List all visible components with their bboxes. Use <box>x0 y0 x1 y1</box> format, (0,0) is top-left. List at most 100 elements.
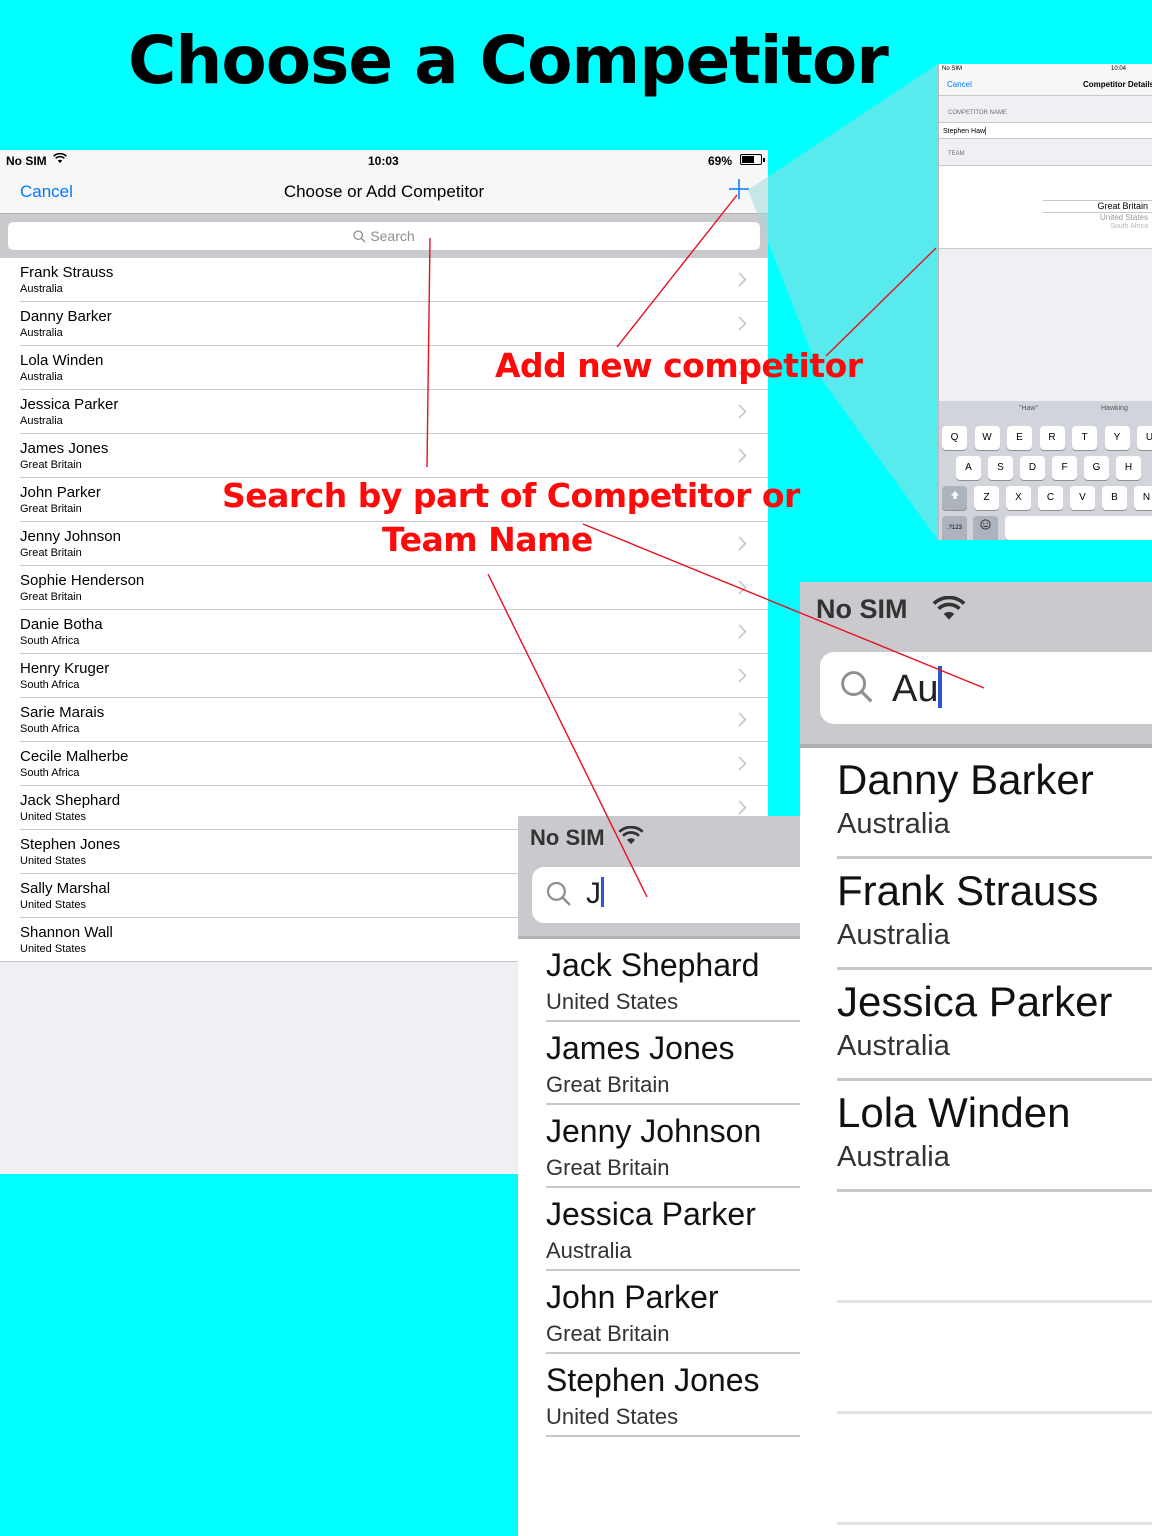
competitor-row[interactable]: Danny Barker Australia <box>20 302 768 346</box>
competitor-name-value: Stephen Haw <box>943 128 986 135</box>
keyboard-key[interactable]: B <box>1102 486 1127 510</box>
j-results-list: Jack Shephard United States James Jones Gre… <box>518 939 800 1437</box>
suggestion[interactable]: "Haw" <box>1019 405 1038 412</box>
emoji-icon <box>980 519 991 530</box>
competitor-name: Stephen Jones <box>20 836 121 853</box>
keyboard-suggestions: "Haw" Hawking <box>939 401 1152 418</box>
team-picker[interactable]: Great Britain United States South Africa <box>939 165 1152 249</box>
search-result-row[interactable]: Jessica Parker Australia <box>837 970 1152 1081</box>
keyboard-key[interactable]: A <box>956 456 981 480</box>
competitor-row[interactable]: Sophie Henderson Great Britain <box>20 566 768 610</box>
suggestion[interactable]: Hawking <box>1101 405 1128 412</box>
search-icon <box>546 881 572 912</box>
emoji-key[interactable] <box>973 516 998 540</box>
competitor-row[interactable]: Danie Botha South Africa <box>20 610 768 654</box>
picker-option[interactable]: Great Britain <box>1097 201 1148 211</box>
keyboard-key[interactable]: E <box>1007 426 1032 450</box>
competitor-team: United States <box>20 855 87 867</box>
plus-icon[interactable] <box>728 178 750 200</box>
result-name: Stephen Jones <box>546 1362 760 1398</box>
competitor-team: Great Britain <box>20 591 82 603</box>
keyboard-key[interactable]: N <box>1134 486 1152 510</box>
result-team: Australia <box>837 1141 950 1173</box>
keyboard-key[interactable]: G <box>1084 456 1109 480</box>
keyboard-key[interactable]: F <box>1052 456 1077 480</box>
competitor-name: Danny Barker <box>20 308 112 325</box>
result-team: Australia <box>837 808 950 840</box>
j-search-input[interactable]: J <box>532 867 800 923</box>
chevron-right-icon <box>738 800 747 815</box>
chevron-right-icon <box>738 624 747 639</box>
competitor-team: Australia <box>20 327 63 339</box>
details-clock: 10:04 <box>1111 66 1127 72</box>
keyboard-key[interactable]: Z <box>974 486 999 510</box>
competitor-name: Danie Botha <box>20 616 103 633</box>
j-search-bar: J <box>518 857 800 939</box>
competitor-name: Jack Shephard <box>20 792 121 809</box>
team-label: TEAM <box>948 151 965 157</box>
keyboard-key[interactable]: R <box>1039 426 1065 450</box>
competitor-team: South Africa <box>20 723 80 735</box>
keyboard-key[interactable]: Q <box>942 426 967 450</box>
competitor-row[interactable]: James Jones Great Britain <box>20 434 768 478</box>
search-result-row[interactable]: John Parker Great Britain <box>546 1271 800 1354</box>
search-input[interactable]: Search <box>8 222 760 250</box>
keyboard-key[interactable]: V <box>1070 486 1095 510</box>
details-cancel-button[interactable]: Cancel <box>947 80 972 89</box>
numbers-key[interactable]: .?123 <box>942 516 967 540</box>
competitor-row[interactable]: Frank Strauss Australia <box>20 258 768 302</box>
competitor-row[interactable]: Henry Kruger South Africa <box>20 654 768 698</box>
search-result-row[interactable]: Danny Barker Australia <box>837 748 1152 859</box>
chevron-right-icon <box>738 668 747 683</box>
search-result-row[interactable]: Lola Winden Australia <box>837 1081 1152 1192</box>
empty-row <box>837 1192 1152 1303</box>
competitor-name: Sophie Henderson <box>20 572 145 589</box>
result-team: United States <box>546 1404 679 1429</box>
keyboard-key[interactable]: U <box>1137 426 1152 450</box>
search-result-row[interactable]: Jessica Parker Australia <box>546 1188 800 1271</box>
search-result-row[interactable]: Jack Shephard United States <box>546 939 800 1022</box>
space-key[interactable] <box>1005 516 1152 540</box>
picker-option[interactable]: South Africa <box>1110 223 1148 230</box>
search-result-row[interactable]: Stephen Jones United States <box>546 1354 800 1437</box>
competitor-team: Great Britain <box>20 459 82 471</box>
keyboard-key[interactable]: S <box>988 456 1013 480</box>
search-result-row[interactable]: James Jones Great Britain <box>546 1022 800 1105</box>
au-search-query: Au <box>892 668 939 710</box>
competitor-row[interactable]: Jessica Parker Australia <box>20 390 768 434</box>
keyboard-key[interactable]: Y <box>1104 426 1130 450</box>
competitor-team: Australia <box>20 283 63 295</box>
competitor-team: South Africa <box>20 635 80 647</box>
result-name: John Parker <box>546 1279 719 1315</box>
search-icon <box>353 230 366 243</box>
carrier-label: No SIM <box>6 154 47 168</box>
competitor-team: Great Britain <box>20 547 82 559</box>
keyboard-key[interactable]: X <box>1006 486 1031 510</box>
wifi-icon <box>53 152 67 167</box>
result-name: Jessica Parker <box>837 978 1113 1025</box>
au-search-input[interactable]: Au <box>820 652 1152 724</box>
keyboard-key[interactable]: C <box>1038 486 1063 510</box>
keyboard-key[interactable]: D <box>1020 456 1045 480</box>
search-result-row[interactable]: Frank Strauss Australia <box>837 859 1152 970</box>
competitor-name: Cecile Malherbe <box>20 748 129 765</box>
search-icon <box>840 670 874 709</box>
competitor-row[interactable]: Sarie Marais South Africa <box>20 698 768 742</box>
competitor-name-field[interactable]: Stephen Haw <box>939 122 1152 139</box>
keyboard-key[interactable]: W <box>974 426 1000 450</box>
j-carrier: No SIM <box>530 825 605 850</box>
shift-key[interactable] <box>942 486 967 510</box>
competitor-team: Australia <box>20 371 63 383</box>
competitor-row[interactable]: Cecile Malherbe South Africa <box>20 742 768 786</box>
result-team: Australia <box>837 1030 950 1062</box>
result-team: Great Britain <box>546 1072 670 1097</box>
competitor-name-label: COMPETITOR NAME <box>948 110 1007 116</box>
picker-option[interactable]: United States <box>1100 213 1148 222</box>
wifi-icon <box>618 825 644 852</box>
keyboard-key[interactable]: H <box>1116 456 1141 480</box>
keyboard-key[interactable]: T <box>1072 426 1097 450</box>
empty-row <box>837 1414 1152 1525</box>
battery-percent: 69% <box>708 154 733 168</box>
au-search-bar: Au <box>800 638 1152 748</box>
search-result-row[interactable]: Jenny Johnson Great Britain <box>546 1105 800 1188</box>
